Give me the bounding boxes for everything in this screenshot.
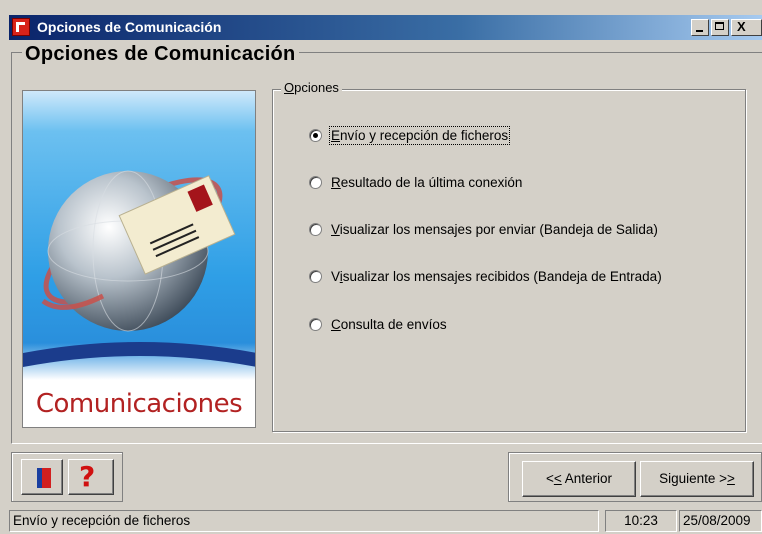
previous-button[interactable]: << Anterior <box>522 461 636 497</box>
title-bar[interactable]: Opciones de Comunicación X <box>9 15 762 40</box>
option-inbox[interactable]: Visualizar los mensajes recibidos (Bande… <box>309 266 662 286</box>
app-logo-icon[interactable] <box>12 18 30 36</box>
radio-last-connection[interactable] <box>309 175 322 189</box>
window-title: Opciones de Comunicación <box>37 19 222 35</box>
close-button[interactable]: X <box>731 19 762 36</box>
radio-inbox[interactable] <box>309 269 322 283</box>
option-label: Visualizar los mensajes recibidos (Bande… <box>331 268 662 284</box>
option-label: Resultado de la última conexión <box>331 174 523 190</box>
minimize-button[interactable] <box>691 19 709 36</box>
radio-send-receive[interactable] <box>309 128 322 142</box>
option-label: Consulta de envíos <box>331 316 447 332</box>
exit-door-icon <box>37 468 51 488</box>
option-shipments-query[interactable]: Consulta de envíos <box>309 314 447 334</box>
banner-caption: Comunicaciones <box>35 389 243 419</box>
option-last-connection[interactable]: Resultado de la última conexión <box>309 172 522 192</box>
next-button[interactable]: Siguiente >> <box>640 461 754 497</box>
globe-envelope-illustration <box>23 170 255 367</box>
maximize-icon <box>715 22 724 30</box>
page-title: Opciones de Comunicación <box>22 43 299 66</box>
maximize-button[interactable] <box>711 19 729 36</box>
option-label: Envío y recepción de ficheros <box>328 125 511 145</box>
status-message: Envío y recepción de ficheros <box>9 510 599 532</box>
radio-shipments-query[interactable] <box>309 317 322 331</box>
option-send-receive[interactable]: Envío y recepción de ficheros <box>309 125 511 145</box>
help-icon: ? <box>79 460 96 493</box>
status-time: 10:23 <box>605 510 677 532</box>
communications-banner: Comunicaciones <box>22 90 256 428</box>
help-button[interactable]: ? <box>68 459 114 495</box>
minimize-icon <box>696 30 703 32</box>
option-label: Visualizar los mensajes por enviar (Band… <box>331 221 658 237</box>
option-outbox[interactable]: Visualizar los mensajes por enviar (Band… <box>309 219 658 239</box>
dialog-window: Opciones de Comunicación X Opciones de C… <box>0 0 762 534</box>
banner-swoosh <box>23 342 255 367</box>
status-date: 25/08/2009 <box>679 510 762 532</box>
radio-outbox[interactable] <box>309 222 322 236</box>
status-bar: Envío y recepción de ficheros 10:23 25/0… <box>9 510 762 532</box>
options-legend: Opciones <box>281 80 342 95</box>
exit-button[interactable] <box>21 459 63 495</box>
